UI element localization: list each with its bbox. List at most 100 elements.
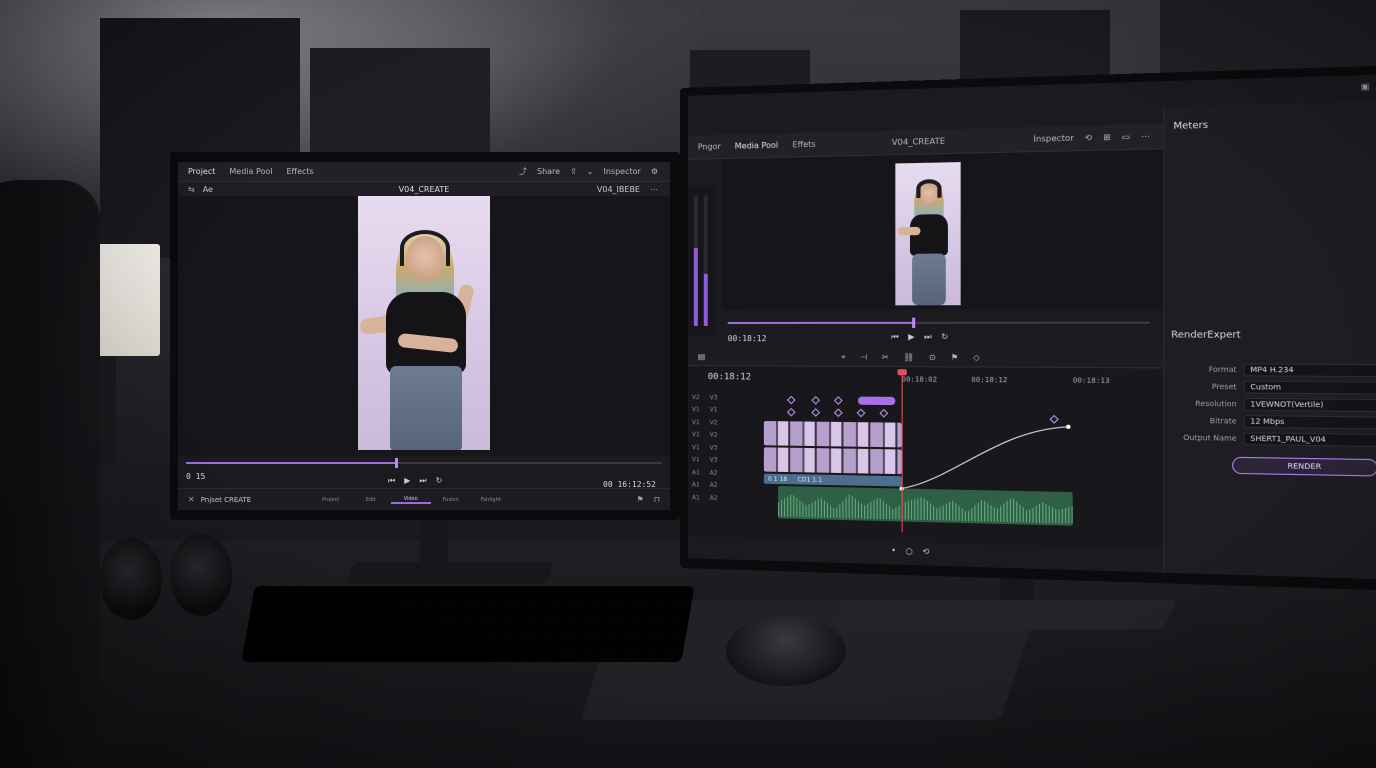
- prev-frame-icon[interactable]: ⏮: [891, 332, 899, 342]
- playhead[interactable]: [901, 371, 903, 532]
- nav-fusion[interactable]: Fusion: [431, 497, 471, 503]
- more-icon[interactable]: ⋯: [650, 185, 658, 194]
- next-frame-icon[interactable]: ⏭: [924, 332, 932, 342]
- left-clip-meta: V04_IBEBE ⋯: [597, 185, 658, 194]
- select-tool-icon[interactable]: ⌖: [841, 352, 846, 362]
- timeline-view-icon[interactable]: ▤: [698, 352, 706, 361]
- close-icon[interactable]: ✕: [188, 495, 195, 504]
- render-field-row: Bitrate 12 Mbps: [1164, 413, 1376, 431]
- dancer-figure: [358, 196, 490, 450]
- record-icon[interactable]: ○: [906, 546, 913, 555]
- left-viewer: [178, 196, 670, 456]
- left-timecode-in: 0 15: [186, 472, 206, 481]
- more-icon[interactable]: ⋯: [1141, 132, 1150, 142]
- right-transport: ⏮ ▶ ⏭ ↻: [891, 332, 948, 342]
- link-icon[interactable]: ⛓: [903, 353, 914, 362]
- acoustic-panel: [310, 48, 490, 158]
- right-viewer: [721, 149, 1164, 310]
- right-viewer-timecode: 00:18:12: [727, 334, 767, 344]
- right-tab-media-pool[interactable]: Media Pool: [735, 141, 778, 151]
- flag-icon[interactable]: ⚑: [637, 495, 644, 504]
- settings-icon[interactable]: ⚙: [651, 167, 658, 176]
- panel-icon[interactable]: ▭: [1122, 132, 1130, 142]
- left-scrub-bar[interactable]: [186, 458, 662, 468]
- render-field-value[interactable]: Custom⌄: [1243, 380, 1376, 395]
- render-button[interactable]: RENDER: [1232, 456, 1376, 477]
- timeline[interactable]: 00:18:12 00:18:02 00:18:12 00:18:13 V2 V3…: [687, 366, 1164, 550]
- right-tab-effects[interactable]: Effets: [792, 140, 815, 150]
- link-icon[interactable]: ⟲: [922, 547, 929, 556]
- render-field-row: Resolution 1VEWNOT(Vertile)⌄: [1164, 396, 1376, 413]
- meters-title: Meters: [1173, 120, 1209, 133]
- share-icon: ⤴: [519, 167, 527, 176]
- left-video-frame: [358, 196, 490, 450]
- nav-project[interactable]: Project: [311, 497, 351, 503]
- left-tab-media-pool[interactable]: Media Pool: [229, 167, 272, 176]
- marker-icon[interactable]: ◇: [973, 353, 980, 362]
- left-project-name: Pnjset CREATE: [200, 495, 252, 504]
- right-inspector-button[interactable]: Inspector: [1033, 133, 1074, 143]
- prev-frame-icon[interactable]: ⏮: [388, 476, 395, 486]
- chevron-down-icon[interactable]: ⌄: [587, 167, 594, 176]
- window-icon[interactable]: ▣: [1361, 81, 1370, 91]
- right-top-actions: Inspector ⟲ ⊞ ▭ ⋯: [1033, 132, 1150, 144]
- render-field-value[interactable]: 1VEWNOT(Vertile)⌄: [1243, 397, 1376, 413]
- left-top-actions: ⤴ Share ⇪ ⌄ Inspector ⚙: [519, 166, 658, 177]
- render-field-value[interactable]: 12 Mbps: [1243, 415, 1376, 430]
- play-icon[interactable]: ▶: [908, 332, 914, 342]
- left-tab-effects[interactable]: Effects: [287, 167, 314, 176]
- dancer-figure-small: [895, 162, 960, 306]
- render-field-row: Format MP4 H.234⌄: [1164, 362, 1376, 378]
- chair: [0, 180, 100, 768]
- bookmark-icon[interactable]: ⊓: [654, 495, 660, 504]
- render-field-row: Preset Custom⌄: [1164, 379, 1376, 396]
- upload-icon[interactable]: ⇪: [570, 167, 577, 176]
- nav-edit[interactable]: Edit: [351, 497, 391, 503]
- right-monitor-base: [833, 600, 1177, 630]
- grid-icon[interactable]: ⊞: [1103, 132, 1110, 142]
- blade-tool-icon[interactable]: ✂: [882, 353, 889, 362]
- dot-icon[interactable]: •: [891, 546, 896, 555]
- left-monitor-base: [345, 562, 555, 584]
- left-inspector-button[interactable]: Inspector: [604, 167, 641, 176]
- trim-tool-icon[interactable]: ⊣: [860, 353, 867, 362]
- right-project-title: V04_CREATE: [891, 136, 946, 148]
- left-tab-project[interactable]: Project: [188, 167, 215, 176]
- timeline-toolbar: ▤ ⌖ ⊣ ✂ ⛓ ⊙ ⚑ ◇: [687, 348, 1164, 369]
- sync-icon[interactable]: ⟲: [1085, 133, 1092, 143]
- mouse: [726, 616, 846, 686]
- headphones: [100, 534, 280, 624]
- flag-icon[interactable]: ⚑: [951, 353, 959, 362]
- left-project-title: V04_CREATE: [398, 184, 450, 194]
- loop-icon[interactable]: ↻: [436, 476, 443, 486]
- left-monitor: Project Media Pool Effects ⤴ Share ⇪ ⌄ I…: [170, 152, 680, 520]
- left-clip-name: V04_IBEBE: [596, 184, 640, 194]
- render-field-label: Preset: [1211, 382, 1237, 392]
- render-field-label: Resolution: [1195, 399, 1237, 409]
- left-screen: Project Media Pool Effects ⤴ Share ⇪ ⌄ I…: [178, 162, 670, 510]
- photo-scene: Project Media Pool Effects ⤴ Share ⇪ ⌄ I…: [0, 0, 1376, 768]
- speed-ramp-curve[interactable]: [688, 366, 1163, 549]
- left-bottom-nav: ✕ Pnjset CREATE Project Edit Video Fusio…: [178, 488, 670, 510]
- nav-video[interactable]: Video: [390, 496, 431, 504]
- render-field-label: Format: [1208, 365, 1237, 375]
- next-frame-icon[interactable]: ⏭: [419, 476, 426, 486]
- play-icon[interactable]: ▶: [404, 476, 410, 486]
- left-share-button[interactable]: Share: [537, 167, 560, 176]
- loop-icon[interactable]: ↻: [941, 332, 948, 342]
- keyboard: [241, 586, 695, 662]
- render-panel: RenderExpert ⋯ FormatMP4 H.234⌄PresetCus…: [1163, 314, 1376, 581]
- snap-icon[interactable]: ⊙: [929, 353, 936, 362]
- right-video-frame: [895, 162, 961, 306]
- render-field-value[interactable]: MP4 H.234⌄: [1243, 363, 1376, 378]
- left-transport: ⏮ ▶ ⏭ ↻: [388, 476, 442, 486]
- nav-fairlight[interactable]: Fairlight: [471, 497, 511, 503]
- render-field-row: Output Name SHERT1_PAUL_V04: [1164, 430, 1376, 448]
- right-scrub-bar[interactable]: [727, 317, 1150, 328]
- render-field-value[interactable]: SHERT1_PAUL_V04: [1243, 432, 1376, 448]
- audio-meter-strip: [687, 185, 716, 337]
- arrows-icon[interactable]: ⇆: [188, 185, 195, 194]
- left-monitor-stand: [420, 518, 448, 568]
- right-tab-project[interactable]: Pngor: [698, 142, 721, 152]
- left-sub-bar: ⇆ Ae V04_CREATE V04_IBEBE ⋯: [178, 182, 670, 196]
